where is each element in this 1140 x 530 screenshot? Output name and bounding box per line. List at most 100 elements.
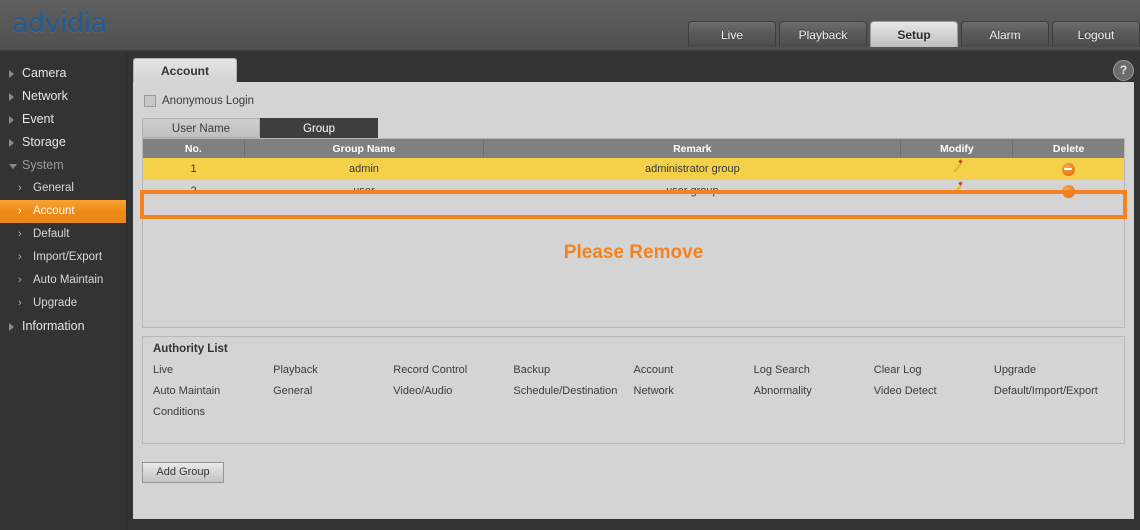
sidebar-item-storage[interactable]: Storage [0,131,126,154]
cell-delete [1012,158,1124,180]
authority-item: Auto Maintain [153,385,221,397]
authority-item: Upgrade [993,364,1037,376]
subtab-group[interactable]: Group [260,118,378,138]
sidebar-item-account[interactable]: › Account [0,200,126,223]
sidebar-item-import-export[interactable]: › Import/Export [0,246,126,269]
cell-modify [900,158,1013,180]
authority-item: Clear Log [873,364,922,376]
authority-list-container: Authority List Live Playback Record Cont… [142,336,1125,444]
table-header-row: No. Group Name Remark Modify Delete [143,139,1124,158]
nav-tab-logout[interactable]: Logout [1052,21,1140,47]
sidebar-subitem-label: Upgrade [33,297,78,309]
delete-icon[interactable] [1061,162,1075,176]
authority-item: Video Detect [873,385,937,397]
nav-tab-playback[interactable]: Playback [779,21,867,47]
authority-item: Live [153,364,174,376]
delete-icon[interactable] [1061,184,1075,198]
chevron-right-icon: › [18,182,22,194]
sidebar-subitem-label: Account [33,205,75,217]
authority-item: Conditions [153,406,205,418]
pencil-icon[interactable] [951,184,963,196]
sidebar-item-label: System [22,158,64,172]
sidebar-item-upgrade[interactable]: › Upgrade [0,292,126,315]
sidebar-item-label: Storage [22,135,66,149]
chevron-right-icon: › [18,251,22,263]
anonymous-login-checkbox[interactable] [144,95,156,107]
nav-tab-live[interactable]: Live [688,21,776,47]
anonymous-login-row[interactable]: Anonymous Login [144,95,254,107]
main-nav-tabs: Live Playback Setup Alarm Logout [685,21,1140,47]
column-header-group-name: Group Name [244,139,485,158]
table-row[interactable]: 1 admin administrator group [143,158,1124,180]
anonymous-login-label: Anonymous Login [162,95,255,107]
tab-account[interactable]: Account [133,58,237,82]
sidebar-subitem-label: Import/Export [33,251,103,263]
authority-item: Schedule/Destination [513,385,618,397]
sidebar-item-event[interactable]: Event [0,108,126,131]
brand-logo: advidia [12,8,107,39]
sidebar-item-label: Event [22,112,54,126]
chevron-right-icon [9,70,14,78]
chevron-right-icon: › [18,297,22,309]
chevron-right-icon: › [18,228,22,240]
chevron-right-icon [9,93,14,101]
chevron-down-icon [9,164,17,169]
cell-modify [900,180,1013,202]
sidebar-item-label: Information [22,319,85,333]
authority-item: Playback [273,364,318,376]
sidebar: Camera Network Event Storage System › Ge… [0,52,127,530]
group-table: No. Group Name Remark Modify Delete 1 ad… [143,139,1124,202]
nav-tab-alarm[interactable]: Alarm [961,21,1049,47]
sidebar-item-default[interactable]: › Default [0,223,126,246]
page-tab-strip: Account ? [127,58,1140,82]
cell-remark: administrator group [483,158,901,180]
pencil-icon[interactable] [951,162,963,174]
authority-item: General [273,385,313,397]
content-area: Account ? Anonymous Login User Name Grou… [127,52,1140,530]
chevron-right-icon [9,139,14,147]
chevron-right-icon [9,116,14,124]
sidebar-item-system[interactable]: System [0,154,126,177]
cell-group-name: user [244,180,484,202]
authority-item: Account [633,364,674,376]
sidebar-item-auto-maintain[interactable]: › Auto Maintain [0,269,126,292]
sidebar-item-information[interactable]: Information [0,315,126,338]
authority-item: Backup [513,364,551,376]
cell-no: 1 [143,158,245,180]
add-group-button[interactable]: Add Group [142,462,224,483]
sidebar-subitem-label: Default [33,228,70,240]
chevron-right-icon: › [18,205,22,217]
authority-list-title: Authority List [153,343,228,355]
authority-item: Video/Audio [393,385,453,397]
authority-item: Default/Import/Export [993,385,1098,397]
authority-item: Abnormality [753,385,812,397]
account-subtabs: User Name Group [142,118,378,138]
sidebar-item-label: Camera [22,66,67,80]
chevron-right-icon: › [18,274,22,286]
top-bar: advidia Live Playback Setup Alarm Logout [0,0,1140,52]
cell-delete [1012,180,1124,202]
cell-group-name: admin [244,158,484,180]
account-panel: Anonymous Login User Name Group No. Grou… [133,82,1134,519]
subtab-user-name[interactable]: User Name [142,118,260,138]
authority-item: Record Control [393,364,468,376]
authority-item: Log Search [753,364,810,376]
sidebar-subitem-label: Auto Maintain [33,274,104,286]
sidebar-item-label: Network [22,89,68,103]
table-row[interactable]: 2 user user group [143,180,1124,202]
sidebar-subitem-label: General [33,182,74,194]
sidebar-item-network[interactable]: Network [0,85,126,108]
chevron-right-icon [9,323,14,331]
authority-list-grid: Live Playback Record Control Backup Acco… [153,364,1114,418]
column-header-delete: Delete [1012,139,1124,158]
help-icon[interactable]: ? [1113,60,1134,81]
group-table-container: No. Group Name Remark Modify Delete 1 ad… [142,138,1125,328]
cell-no: 2 [143,180,245,202]
sidebar-item-general[interactable]: › General [0,177,126,200]
column-header-remark: Remark [483,139,902,158]
authority-item: Network [633,385,674,397]
sidebar-item-camera[interactable]: Camera [0,62,126,85]
nav-tab-setup[interactable]: Setup [870,21,958,47]
cell-remark: user group [483,180,901,202]
column-header-no: No. [143,139,245,158]
